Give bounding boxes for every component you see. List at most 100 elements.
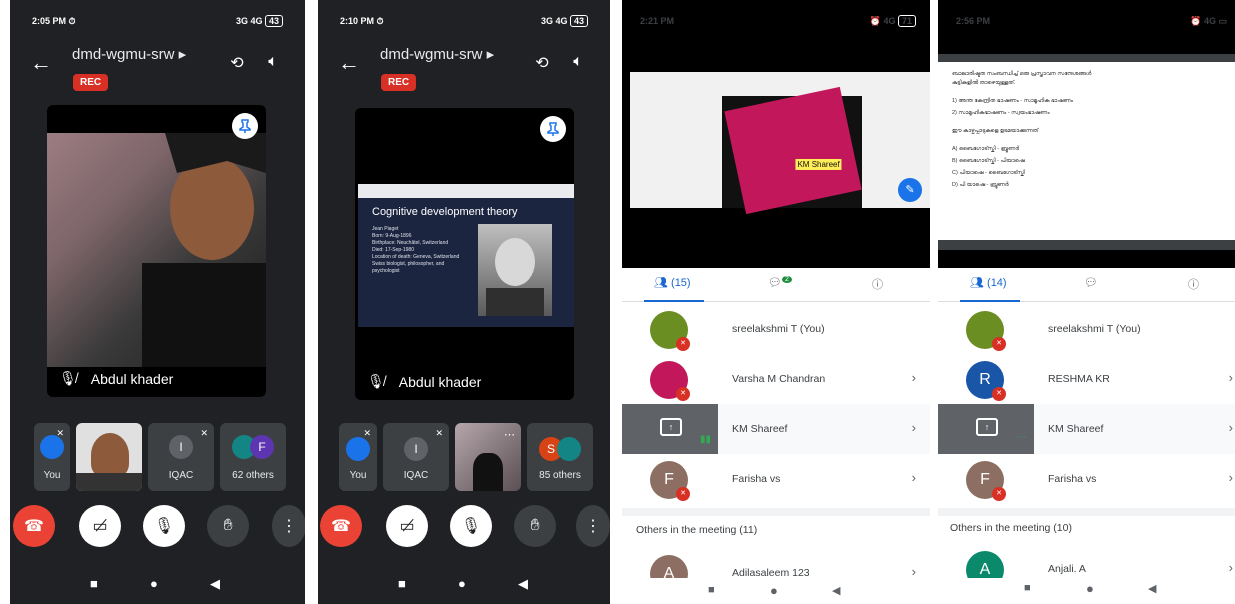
rec-badge: REC (381, 74, 417, 91)
status-time: 2:10 PM (340, 16, 375, 26)
phone-screen-4: 2:56 PM ⏰ 4G ▭ ബാലാരിഷ്ടത സംബന്ധിച്ച് ഒര… (938, 0, 1235, 604)
participant-row[interactable]: ↑ ⋯ KM Shareef › (938, 404, 1235, 454)
tab-people[interactable]: 👥︎ (15) (654, 276, 691, 289)
status-bar: 2:56 PM ⏰ 4G ▭ (956, 16, 1227, 26)
tab-info[interactable]: ⓘ (872, 276, 883, 292)
more-dots-icon: ⋯ (504, 429, 515, 441)
mic-off-icon: ✕ (676, 387, 690, 401)
switch-camera-icon[interactable]: ⟲ (532, 53, 552, 73)
battery-indicator: 71 (897, 15, 916, 27)
tab-info[interactable]: ⓘ (1188, 276, 1199, 292)
status-signal: 3G 4G (540, 16, 568, 26)
more-options-button[interactable]: ⋮ (576, 505, 610, 547)
slide-highlight: KM Shareef (795, 158, 842, 170)
phone-screen-3: 2:21 PM ⏰ 4G 71 KM Shareef ✎ 👥︎ (15) 💬︎ 2… (622, 0, 930, 604)
recents-icon[interactable]: ■ (398, 576, 406, 591)
participant-row[interactable]: ✕ sreelakshmi T (You) (938, 304, 1235, 354)
tab-chat[interactable]: 💬︎ 2 (768, 276, 792, 289)
status-bar: 2:21 PM ⏰ 4G 71 (640, 15, 916, 27)
speaker-name: Abdul khader (90, 370, 174, 387)
tab-underline (960, 300, 1020, 302)
tile-label: 85 others (539, 470, 581, 481)
tab-people[interactable]: 👥︎ (14) (970, 276, 1007, 289)
participant-row[interactable]: ✕ Varsha M Chandran › (622, 354, 930, 404)
avatar (346, 437, 370, 461)
mic-off-icon: ✕ (676, 337, 690, 351)
presentation-area: 2:21 PM ⏰ 4G 71 KM Shareef ✎ (622, 0, 930, 268)
tile-you[interactable]: ✕ You (34, 423, 70, 491)
speaker-icon[interactable]: 🔈︎ (263, 53, 283, 73)
recents-icon[interactable]: ■ (90, 576, 98, 591)
tile-you[interactable]: ✕ You (339, 423, 377, 491)
tile-video[interactable]: ⋯ (455, 423, 521, 491)
back-arrow-icon[interactable]: ← (30, 50, 52, 76)
recents-icon[interactable]: ■ (708, 584, 715, 596)
battery-indicator: 43 (569, 15, 588, 27)
present-screen-icon: ↑ (660, 418, 682, 436)
end-call-button[interactable]: ☎ (13, 505, 55, 547)
chevron-right-icon: › (1228, 370, 1233, 385)
end-call-button[interactable]: ☎ (320, 505, 362, 547)
pinned-presentation-tile[interactable]: Cognitive development theory Jean Piaget… (355, 108, 574, 400)
person-thumbnail (473, 453, 503, 491)
pin-button[interactable] (540, 116, 566, 142)
status-signal: 4G (1203, 16, 1216, 26)
pinned-video-tile[interactable]: 🎙︎̸ Abdul khader (47, 105, 266, 397)
recents-icon[interactable]: ■ (1024, 582, 1031, 594)
battery-indicator: 43 (264, 15, 283, 27)
home-icon[interactable]: ● (458, 576, 466, 591)
avatar: F (250, 435, 274, 459)
speaker-icon[interactable]: 🔈︎ (568, 53, 588, 73)
participant-row[interactable]: ↑ ▮▮ KM Shareef › (622, 404, 930, 454)
back-arrow-icon[interactable]: ← (338, 50, 360, 76)
edit-fab-icon[interactable]: ✎ (898, 178, 922, 202)
mic-off-icon: 🎙︎̸ (367, 373, 385, 389)
mic-off-button[interactable]: 🎙︎ (143, 505, 185, 547)
system-nav-bar: ■ ● ◀ (938, 578, 1235, 604)
mic-off-icon: ✕ (435, 428, 443, 438)
pin-icon (239, 119, 251, 133)
mic-off-icon: ✕ (992, 487, 1006, 501)
mic-off-icon: ✕ (363, 428, 371, 438)
participant-row[interactable]: F ✕ Farisha vs › (938, 454, 1235, 504)
back-icon[interactable]: ◀ (1148, 582, 1156, 595)
back-icon[interactable]: ◀ (210, 576, 220, 592)
people-count: (14) (987, 277, 1007, 289)
tile-label: IQAC (403, 470, 429, 481)
tile-iqac[interactable]: I ✕ IQAC (383, 423, 449, 491)
switch-camera-icon[interactable]: ⟲ (227, 53, 247, 73)
tile-others[interactable]: F 62 others (220, 423, 286, 491)
slide-bullets: Jean Piaget Born: 9-Aug-1896 Birthplace:… (372, 226, 470, 275)
tile-video[interactable] (76, 423, 142, 491)
control-bar: ☎ ▭̸ 🎙︎ ✋︎ ⋮ (318, 505, 610, 547)
bullet: Jean Piaget (372, 226, 399, 232)
participant-name: sreelakshmi T (You) (1048, 323, 1141, 335)
back-icon[interactable]: ◀ (518, 576, 528, 592)
mic-off-button[interactable]: 🎙︎ (450, 505, 492, 547)
participant-row[interactable]: F ✕ Farisha vs › (622, 454, 930, 504)
mic-off-icon: 🎙︎̸ (59, 370, 77, 386)
participant-strip: ✕ You I ✕ IQAC F 62 others (34, 423, 286, 491)
meeting-code[interactable]: dmd-wgmu-srw ▸ (72, 45, 186, 63)
camera-off-button[interactable]: ▭̸ (79, 505, 121, 547)
panel-tabs: 👥︎ (14) 💬︎ ⓘ (938, 268, 1235, 302)
doc-line: 1) അന്ത കേന്ദ്രിത ഭാഷണം - സാമൂഹിക ഭാഷണം (952, 98, 1073, 104)
more-options-button[interactable]: ⋮ (272, 505, 305, 547)
tile-others[interactable]: S 85 others (527, 423, 593, 491)
home-icon[interactable]: ● (1086, 581, 1094, 596)
home-icon[interactable]: ● (770, 583, 778, 598)
participant-row[interactable]: R ✕ RESHMA KR › (938, 354, 1235, 404)
chat-badge: 2 (781, 276, 792, 283)
home-icon[interactable]: ● (150, 576, 158, 591)
doc-line: C) പിയാഷെ - ബൈഗോട്സ്കി (952, 170, 1026, 176)
participant-row[interactable]: ✕ sreelakshmi T (You) (622, 304, 930, 354)
raise-hand-button[interactable]: ✋︎ (207, 505, 249, 547)
back-icon[interactable]: ◀ (832, 584, 840, 597)
camera-off-button[interactable]: ▭̸ (386, 505, 428, 547)
tab-chat[interactable]: 💬︎ (1084, 276, 1098, 289)
pin-button[interactable] (232, 113, 258, 139)
status-bar: 2:05 PM ⏱ 3G 4G 43 (32, 15, 283, 27)
tile-iqac[interactable]: I ✕ IQAC (148, 423, 214, 491)
raise-hand-button[interactable]: ✋︎ (514, 505, 556, 547)
meeting-code[interactable]: dmd-wgmu-srw ▸ (380, 45, 494, 63)
